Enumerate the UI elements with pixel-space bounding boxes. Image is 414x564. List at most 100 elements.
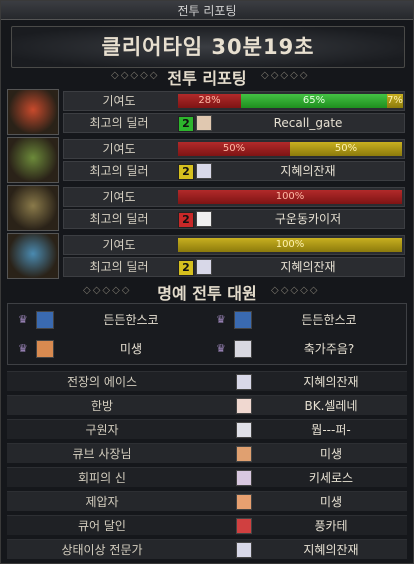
report-row: 기여도 100% 최고의 딜러 2 지혜의잔재 [7,233,407,281]
award-row: 제압자 미생 [7,491,407,511]
award-row: 구원자 뭡---퍼- [7,419,407,439]
award-title: 큐브 사장님 [72,447,132,461]
honor-member-name: 든든한스코 [103,313,159,327]
honor-members-box: ♛ 든든한스코 ♛ 든든한스코 ♛ 미생 ♛ 축가주음? [7,303,407,365]
contribution-segment: 50% [178,142,290,156]
award-winner-name[interactable]: 지혜의잔재 [257,372,405,392]
award-winner-name[interactable]: 키세로스 [257,468,405,488]
top-dealer-label: 최고의 딜러 [89,116,149,130]
contribution-line: 기여도 100% [63,235,405,255]
contribution-label: 기여도 [102,142,136,156]
character-portrait-icon [236,446,252,462]
contribution-segment: 50% [290,142,402,156]
contribution-label: 기여도 [102,94,136,108]
honor-member[interactable]: ♛ 축가주음? [208,335,404,363]
window-title: 전투 리포팅 [177,4,237,18]
character-portrait-icon [36,311,54,329]
report-row: 기여도 50% 50% 최고의 딜러 2 지혜의잔재 [7,137,407,185]
window-titlebar[interactable]: 전투 리포팅 [1,1,413,20]
award-winner-name[interactable]: 미생 [257,444,405,464]
character-portrait-icon [234,340,252,358]
rank-badge: 2 [178,260,194,276]
contribution-segment: 7% [387,94,403,108]
crown-icon: ♛ [18,313,28,326]
contribution-label: 기여도 [102,190,136,204]
contribution-segment: 65% [241,94,387,108]
award-title: 상태이상 전문가 [61,543,143,557]
award-title: 전장의 에이스 [66,375,138,389]
award-winner-name[interactable]: 풍카테 [257,516,405,536]
rank-badge: 2 [178,116,194,132]
award-title: 큐어 달인 [78,519,126,533]
heading-ornament-right: ◇◇◇◇◇ [261,70,310,81]
contribution-segment: 100% [178,190,402,204]
award-row: 회피의 신 키세로스 [7,467,407,487]
dungeon-emblem-icon [7,137,59,183]
contribution-line: 기여도 28% 65% 7% [63,91,405,111]
character-portrait-icon [236,542,252,558]
contribution-segment: 28% [178,94,241,108]
contribution-label: 기여도 [102,238,136,252]
award-row: 큐어 달인 풍카테 [7,515,407,535]
report-row: 기여도 28% 65% 7% 최고의 딜러 2 Recall_gate [7,89,407,137]
honor-member-name: 축가주음? [303,342,355,356]
top-dealer-line: 최고의 딜러 2 지혜의잔재 [63,257,405,277]
top-dealer-label: 최고의 딜러 [89,164,149,178]
honor-member[interactable]: ♛ 든든한스코 [208,306,404,334]
honor-heading: 명예 전투 대원 [157,284,257,303]
contribution-segment: 100% [178,238,402,252]
award-winner-name[interactable]: 지혜의잔재 [257,540,405,560]
report-row: 기여도 100% 최고의 딜러 2 구운동카이저 [7,185,407,233]
award-title: 제압자 [85,495,119,509]
crown-icon: ♛ [18,342,28,355]
character-portrait-icon [236,422,252,438]
honor-member-name: 든든한스코 [301,313,357,327]
dungeon-emblem-icon [7,185,59,231]
clear-time-banner: 클리어타임 30분19초 [11,26,405,68]
rank-badge: 2 [178,164,194,180]
contribution-line: 기여도 50% 50% [63,139,405,159]
award-row: 전장의 에이스 지혜의잔재 [7,371,407,391]
honor-member-name: 미생 [119,342,143,356]
award-title: 회피의 신 [78,471,126,485]
character-portrait-icon [236,398,252,414]
top-dealer-label: 최고의 딜러 [89,260,149,274]
character-portrait-icon [196,259,212,275]
award-row: 큐브 사장님 미생 [7,443,407,463]
dungeon-emblem-icon [7,89,59,135]
honor-member[interactable]: ♛ 미생 [10,335,206,363]
contribution-line: 기여도 100% [63,187,405,207]
contribution-bar: 28% 65% 7% [178,94,403,108]
award-winner-name[interactable]: BK.셀레네 [257,396,405,416]
crown-icon: ♛ [216,313,226,326]
award-row: 상태이상 전문가 지혜의잔재 [7,539,407,559]
award-winner-name[interactable]: 뭡---퍼- [257,420,405,440]
top-dealer-name[interactable]: 지혜의잔재 [214,162,402,180]
award-title: 한방 [90,399,114,413]
character-portrait-icon [196,115,212,131]
contribution-bar: 100% [178,190,402,204]
character-portrait-icon [236,374,252,390]
contribution-bar: 100% [178,238,402,252]
honor-ornament-right: ◇◇◇◇◇ [271,285,320,296]
character-portrait-icon [236,518,252,534]
character-portrait-icon [196,211,212,227]
rank-badge: 2 [178,212,194,228]
crown-icon: ♛ [216,342,226,355]
award-winner-name[interactable]: 미생 [257,492,405,512]
dungeon-emblem-icon [7,233,59,279]
character-portrait-icon [234,311,252,329]
top-dealer-name[interactable]: 구운동카이저 [214,210,402,228]
top-dealer-line: 최고의 딜러 2 구운동카이저 [63,209,405,229]
honor-member[interactable]: ♛ 든든한스코 [10,306,206,334]
top-dealer-label: 최고의 딜러 [89,212,149,226]
character-portrait-icon [196,163,212,179]
top-dealer-name[interactable]: 지혜의잔재 [214,258,402,276]
award-row: 한방 BK.셀레네 [7,395,407,415]
character-portrait-icon [236,494,252,510]
character-portrait-icon [36,340,54,358]
award-title: 구원자 [85,423,119,437]
battle-report-window: 전투 리포팅 클리어타임 30분19초 ◇◇◇◇◇ 전투 리포팅 ◇◇◇◇◇ 기… [0,0,414,564]
contribution-bar: 50% 50% [178,142,402,156]
top-dealer-name[interactable]: Recall_gate [214,114,402,132]
